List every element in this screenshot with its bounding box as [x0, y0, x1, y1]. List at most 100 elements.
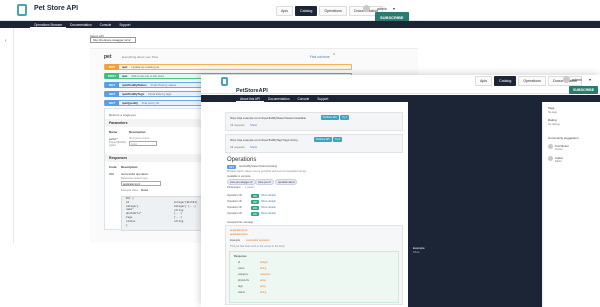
- api-version-select[interactable]: http://petstore.swagger.io/v2: [90, 37, 136, 43]
- media-label: Response content type: [121, 177, 148, 180]
- model-note: This pet has been sent to the server in …: [230, 245, 285, 248]
- front-main: https://api.example.com/v2/pet/findBySta…: [219, 102, 408, 307]
- rating-label: Rating: [548, 118, 557, 122]
- version-pill[interactable]: store-pet-v3: [255, 179, 274, 185]
- field-name: name: [238, 267, 245, 270]
- front-tabs: About this API Documentation Console Sup…: [201, 95, 600, 102]
- chevron-down-icon[interactable]: ▾: [589, 77, 591, 82]
- content-type[interactable]: application/xml: [230, 229, 247, 232]
- rating-value: No ratings: [548, 123, 560, 126]
- endpoint-url[interactable]: https://api.example.com/v2/pet/findByTag…: [230, 138, 298, 142]
- status-code: 200: [251, 194, 259, 198]
- field-type: Category: [260, 273, 271, 276]
- tab-operations-browser[interactable]: Operations Browser: [30, 21, 67, 28]
- details-link[interactable]: Show details: [261, 194, 276, 197]
- endpoint-url[interactable]: https://api.example.com/v2/pet/findBySta…: [230, 116, 306, 120]
- user-name[interactable]: admin: [377, 7, 387, 11]
- chevron-up-icon[interactable]: ⌃: [332, 53, 336, 59]
- try-button[interactable]: Try it: [340, 115, 350, 120]
- show-link[interactable]: Show: [250, 123, 257, 127]
- response-card: application/xml application/json Example…: [225, 225, 403, 305]
- example-value-tab[interactable]: Example Value: [121, 189, 138, 192]
- nav-catalog[interactable]: Catalog: [295, 6, 318, 16]
- contributors-label: Community suggestion: [548, 136, 579, 140]
- tab-support[interactable]: Support: [115, 21, 134, 28]
- tags-label: Tags: [548, 106, 555, 110]
- find-more-link[interactable]: Find out more: [310, 55, 330, 59]
- operation-path: /pet/{petId}: [122, 101, 138, 105]
- field-type: array: [260, 285, 266, 288]
- tab-about[interactable]: About this API: [236, 95, 265, 102]
- tab-console[interactable]: Console: [96, 21, 116, 28]
- contributor-role: Editor: [555, 160, 562, 163]
- petid-input[interactable]: petId: [129, 141, 157, 146]
- avatar[interactable]: [363, 5, 370, 12]
- method-badge: GET: [105, 91, 119, 97]
- nav-catalog[interactable]: Catalog: [494, 76, 517, 86]
- logo-icon[interactable]: [17, 4, 27, 16]
- operation-line-label: Operation ID: [227, 200, 242, 203]
- operation-line-label: Operation ID: [227, 206, 242, 209]
- example-show-link[interactable]: Show: [413, 251, 420, 254]
- operation-row[interactable]: PUT /pet Update an existing pet: [104, 64, 352, 70]
- details-link[interactable]: Show details: [261, 206, 276, 209]
- avatar[interactable]: [563, 76, 570, 83]
- operation-line-label: Operation ID: [227, 194, 242, 197]
- section-title[interactable]: pet: [104, 54, 112, 60]
- contributor-role: Owner: [555, 148, 563, 151]
- content-type[interactable]: application/json: [230, 233, 248, 236]
- user-name[interactable]: admin: [572, 78, 582, 82]
- tab-documentation[interactable]: Documentation: [66, 21, 95, 28]
- front-topbar: PetStoreAPI Apis Catalog Operations Docu…: [201, 75, 600, 94]
- tag-button[interactable]: PetStore API: [321, 115, 339, 120]
- tab-console[interactable]: Console: [293, 95, 313, 102]
- response-description: successful operation: [121, 172, 149, 176]
- logo-icon[interactable]: [221, 77, 228, 86]
- field-type: integer: [260, 261, 268, 264]
- page-title: PetStoreAPI: [236, 88, 268, 94]
- nav-apis[interactable]: Apis: [475, 76, 492, 86]
- back-tabs: Operations Browser Documentation Console…: [0, 21, 600, 28]
- field-name: id: [238, 261, 241, 264]
- request-count: All requests: [230, 123, 245, 127]
- chevron-down-icon[interactable]: ▾: [393, 6, 395, 11]
- example-label: Example: [230, 239, 241, 242]
- details-link[interactable]: Show details: [261, 212, 276, 215]
- tab-support[interactable]: Support: [313, 95, 332, 102]
- field-name: category: [238, 273, 248, 276]
- tag-button[interactable]: PetStore API: [314, 137, 332, 142]
- media-type-select[interactable]: application/xml: [121, 181, 161, 186]
- operation-path[interactable]: /pet/findByStatus?status={status}: [239, 165, 277, 168]
- show-link[interactable]: Show: [250, 145, 257, 149]
- operation-description: Multiple status values can be provided w…: [227, 170, 307, 173]
- try-button[interactable]: Try it: [333, 137, 343, 142]
- avatar: [548, 156, 553, 161]
- front-window: PetStoreAPI Apis Catalog Operations Docu…: [201, 75, 600, 307]
- operation-path: /pet: [122, 65, 128, 69]
- operation-line-label: Operation ID: [227, 212, 242, 215]
- section-description: Everything about your Pets: [122, 55, 159, 59]
- param-description: ID of pet to return: [129, 137, 150, 140]
- tab-documentation[interactable]: Documentation: [264, 95, 293, 102]
- method-badge: GET: [227, 165, 236, 169]
- nav-operations[interactable]: Operations: [319, 6, 347, 16]
- versions-label: Available in versions: [227, 175, 251, 178]
- operation-summary: Update an existing pet: [131, 65, 160, 69]
- status-code: 200: [251, 206, 259, 210]
- chevron-left-icon[interactable]: ‹: [5, 38, 7, 44]
- nav-apis[interactable]: Apis: [276, 6, 293, 16]
- operation-path: /pet/findByStatus: [122, 83, 147, 87]
- body-title: Response: [234, 255, 247, 258]
- subscribe-button[interactable]: SUBSCRIBE: [569, 86, 599, 94]
- operation-summary: Finds Pets by status: [150, 83, 176, 87]
- details-link[interactable]: Show details: [261, 200, 276, 203]
- col-description: Description: [121, 165, 138, 169]
- version-pill[interactable]: operation-latest: [275, 179, 298, 185]
- status-code: 200: [251, 212, 259, 216]
- operation-path: /pet/findByTags: [122, 92, 145, 96]
- nav-operations[interactable]: Operations: [518, 76, 546, 86]
- version-pill[interactable]: store-pet-swagger-v2: [227, 179, 256, 185]
- front-sidebar: [201, 102, 219, 307]
- model-tab[interactable]: Model: [141, 189, 148, 192]
- parameters-value: 1 param: [245, 186, 255, 189]
